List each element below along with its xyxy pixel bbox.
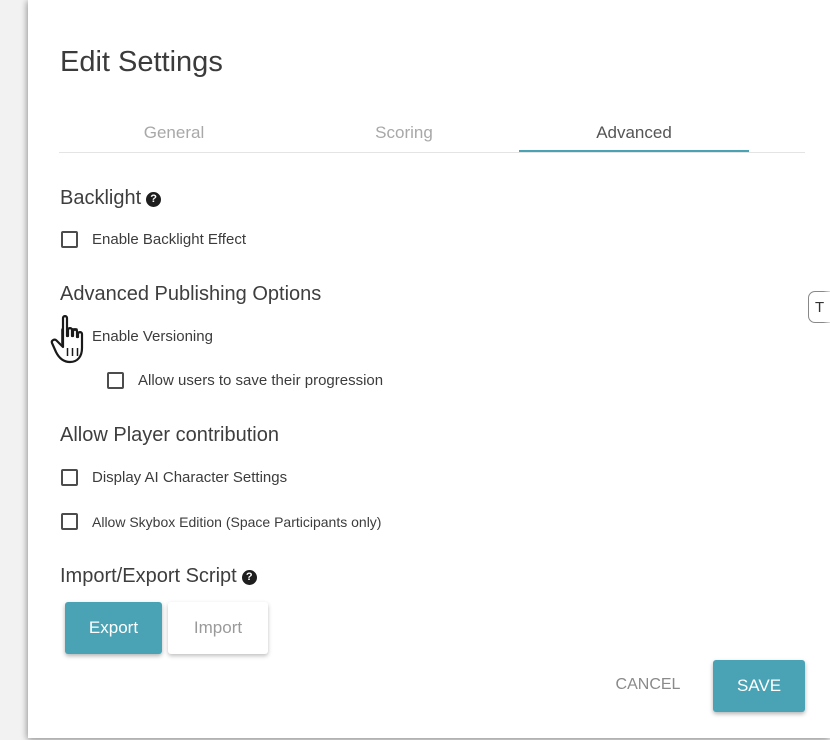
hand-pointer-cursor-icon <box>50 315 84 364</box>
enable-backlight-checkbox[interactable] <box>61 231 78 248</box>
script-title-text: Import/Export Script <box>60 565 237 587</box>
backlight-section-title: Backlight? <box>60 187 162 210</box>
script-section-title: Import/Export Script? <box>60 565 257 588</box>
skybox-option[interactable]: Allow Skybox Edition (Space Participants… <box>61 513 381 530</box>
save-progression-label: Allow users to save their progression <box>138 372 384 389</box>
skybox-checkbox[interactable] <box>61 513 78 530</box>
cancel-button[interactable]: CANCEL <box>603 665 693 705</box>
backlight-title-text: Backlight <box>60 187 142 209</box>
skybox-label: Allow Skybox Edition (Space Participants… <box>92 513 382 530</box>
question-circle-icon[interactable]: ? <box>241 570 257 585</box>
ai-character-label: Display AI Character Settings <box>92 469 288 486</box>
enable-backlight-option[interactable]: Enable Backlight Effect <box>61 231 246 248</box>
save-progression-checkbox[interactable] <box>107 372 124 389</box>
ai-character-option[interactable]: Display AI Character Settings <box>61 469 287 486</box>
tab-general[interactable]: General <box>59 123 289 152</box>
settings-tabs: General Scoring Advanced <box>59 118 805 153</box>
import-button[interactable]: Import <box>168 602 268 654</box>
enable-versioning-label: Enable Versioning <box>92 328 213 345</box>
tab-scoring[interactable]: Scoring <box>289 123 519 152</box>
ai-character-checkbox[interactable] <box>61 469 78 486</box>
question-circle-icon[interactable]: ? <box>146 192 162 207</box>
side-panel-fade <box>823 280 830 350</box>
save-button[interactable]: SAVE <box>713 660 805 712</box>
export-button[interactable]: Export <box>65 602 162 654</box>
player-contribution-section-title: Allow Player contribution <box>60 424 279 446</box>
save-progression-option[interactable]: Allow users to save their progression <box>107 372 383 389</box>
edit-settings-dialog: Edit Settings General Scoring Advanced B… <box>28 0 830 738</box>
enable-backlight-label: Enable Backlight Effect <box>92 231 246 248</box>
dialog-title: Edit Settings <box>60 46 223 78</box>
tab-advanced[interactable]: Advanced <box>519 123 749 152</box>
publishing-section-title: Advanced Publishing Options <box>60 283 322 305</box>
